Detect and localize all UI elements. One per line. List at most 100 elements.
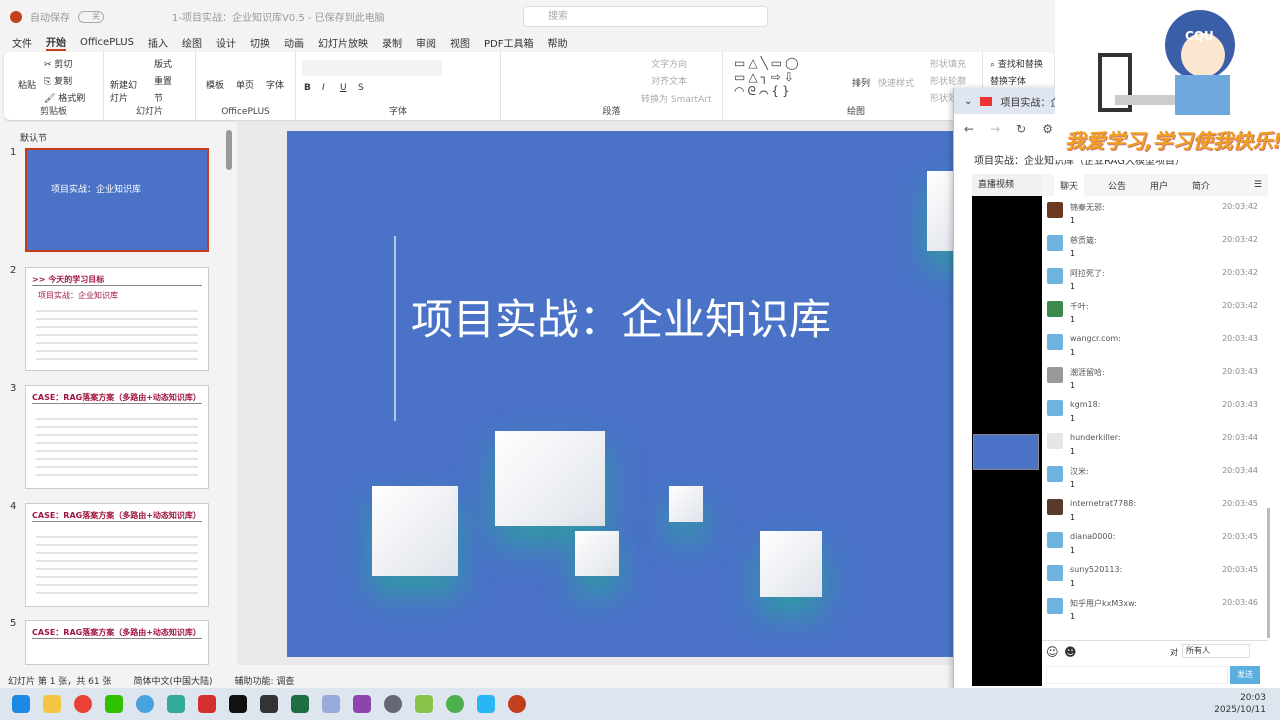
accessibility-status[interactable]: 辅助功能: 调查	[235, 674, 295, 687]
user-avatar[interactable]	[1047, 532, 1063, 548]
user-avatar[interactable]	[1047, 565, 1063, 581]
slide-thumbnail-1[interactable]: 项目实战：企业知识库	[25, 148, 209, 252]
chat-scrollbar[interactable]	[1267, 508, 1270, 638]
search-input[interactable]: 搜索	[523, 6, 768, 27]
chat-username[interactable]: wangcr.com:	[1070, 334, 1121, 343]
app-icon[interactable]	[446, 695, 464, 713]
shapes-gallery[interactable]: ▭△╲▭◯ ▭△┐⇨⇩ ◠ᘓ⌒{}	[734, 56, 802, 99]
terminal-icon[interactable]	[260, 695, 278, 713]
tab-chat[interactable]: 聊天	[1054, 173, 1085, 197]
align-text-button[interactable]: 对齐文本	[651, 74, 687, 87]
chat-username[interactable]: 锦秦无邪:	[1070, 202, 1105, 213]
chat-username[interactable]: diana0000:	[1070, 532, 1115, 541]
font-style-button[interactable]: 字体	[266, 78, 284, 91]
chat-username[interactable]: internetrat7788:	[1070, 499, 1136, 508]
shape-fill-button[interactable]: 形状填充	[930, 57, 966, 70]
menu-view[interactable]: 视图	[450, 35, 470, 50]
live-video-tab[interactable]: 直播视频	[972, 174, 1042, 196]
user-avatar[interactable]	[1047, 598, 1063, 614]
powerpoint-icon[interactable]	[508, 695, 526, 713]
replace-font-button[interactable]: 替换字体	[990, 74, 1026, 87]
video-player[interactable]	[972, 174, 1042, 686]
chat-username[interactable]: suny520113:	[1070, 565, 1122, 574]
user-avatar[interactable]	[1047, 400, 1063, 416]
user-avatar[interactable]	[1047, 367, 1063, 383]
cut-button[interactable]: ✂ 剪切	[44, 57, 72, 70]
menu-review[interactable]: 审阅	[416, 35, 436, 50]
pdf-app-icon[interactable]	[198, 695, 216, 713]
section-button[interactable]: 节	[154, 91, 163, 104]
shape-outline-button[interactable]: 形状轮廓	[930, 74, 966, 87]
chrome-icon[interactable]	[74, 695, 92, 713]
tab-announcement[interactable]: 公告	[1108, 179, 1126, 192]
find-replace-button[interactable]: ⌕ 查找和替换	[990, 57, 1043, 70]
sticker-icon[interactable]: ☻	[1064, 645, 1077, 659]
typora-icon[interactable]	[229, 695, 247, 713]
system-clock[interactable]: 20:03 2025/10/11	[1214, 692, 1266, 716]
new-slide-button[interactable]: 新建幻灯片	[110, 78, 140, 104]
user-avatar[interactable]	[1047, 466, 1063, 482]
chat-username[interactable]: 汉米:	[1070, 466, 1089, 477]
chat-message-list[interactable]: 锦秦无邪: 1 20:03:42 慈贡箴: 1 20:03:42 阿拉死了: 1…	[1042, 200, 1268, 638]
chat-username[interactable]: 千叶:	[1070, 301, 1089, 312]
document-title[interactable]: 1-项目实战：企业知识库V0.5 - 已保存到此电脑	[172, 9, 385, 24]
user-avatar[interactable]	[1047, 235, 1063, 251]
chat-input[interactable]	[1046, 666, 1228, 684]
layout-button[interactable]: 版式	[154, 57, 172, 70]
quick-styles-button[interactable]: 快速样式	[878, 76, 914, 89]
slide-title[interactable]: 项目实战：企业知识库	[411, 286, 831, 347]
paste-button[interactable]: 粘贴	[18, 78, 36, 91]
italic-button[interactable]: I	[322, 83, 325, 93]
menu-record[interactable]: 录制	[382, 35, 402, 50]
user-avatar[interactable]	[1047, 301, 1063, 317]
bold-button[interactable]: B	[304, 83, 311, 93]
chat-username[interactable]: kgm18:	[1070, 400, 1100, 409]
arrange-button[interactable]: 排列	[852, 76, 870, 89]
slide-thumbnail-4[interactable]: CASE：RAG落案方案（多路由+动态知识库）	[25, 503, 209, 607]
slide-thumbnail-3[interactable]: CASE：RAG落案方案（多路由+动态知识库）	[25, 385, 209, 489]
user-avatar[interactable]	[1047, 334, 1063, 350]
menu-insert[interactable]: 插入	[148, 35, 168, 50]
single-page-button[interactable]: 单页	[236, 78, 254, 91]
reset-button[interactable]: 重置	[154, 74, 172, 87]
site-settings-icon[interactable]: ⚙	[1042, 122, 1053, 136]
language-indicator[interactable]: 简体中文(中国大陆)	[133, 674, 212, 687]
tab-intro[interactable]: 简介	[1192, 179, 1210, 192]
chat-username[interactable]: 潮涯留哈:	[1070, 367, 1105, 378]
user-avatar[interactable]	[1047, 202, 1063, 218]
tab-users[interactable]: 用户	[1150, 179, 1168, 192]
forward-icon[interactable]: →	[990, 122, 1000, 136]
text-direction-button[interactable]: 文字方向	[651, 57, 687, 70]
app-icon[interactable]	[353, 695, 371, 713]
menu-transitions[interactable]: 切换	[250, 35, 270, 50]
copy-button[interactable]: ⎘ 复制	[44, 74, 72, 87]
font-name-select[interactable]	[302, 60, 442, 76]
user-avatar[interactable]	[1047, 433, 1063, 449]
video-slide-preview[interactable]	[973, 434, 1039, 470]
underline-button[interactable]: U	[340, 83, 347, 93]
menu-officeplus[interactable]: OfficePLUS	[80, 37, 134, 48]
chat-username[interactable]: hunderkiller:	[1070, 433, 1121, 442]
file-explorer-icon[interactable]	[43, 695, 61, 713]
slide-thumbnail-5[interactable]: CASE：RAG落案方案（多路由+动态知识库）	[25, 620, 209, 665]
template-button[interactable]: 模板	[206, 78, 224, 91]
menu-design[interactable]: 设计	[216, 35, 236, 50]
send-button[interactable]: 发送	[1230, 666, 1260, 684]
autosave-toggle[interactable]: 关	[78, 10, 104, 23]
app-icon[interactable]	[415, 695, 433, 713]
notepad-icon[interactable]	[167, 695, 185, 713]
recipient-select[interactable]: 所有人	[1182, 644, 1250, 658]
thumbnail-scrollbar[interactable]	[226, 130, 232, 170]
back-icon[interactable]: ←	[964, 122, 974, 136]
user-avatar[interactable]	[1047, 268, 1063, 284]
menu-help[interactable]: 帮助	[547, 35, 567, 50]
chat-username[interactable]: 阿拉死了:	[1070, 268, 1105, 279]
user-avatar[interactable]	[1047, 499, 1063, 515]
emoji-icon[interactable]: ☺	[1046, 645, 1059, 659]
menu-home[interactable]: 开始	[46, 34, 66, 51]
chat-username[interactable]: 慈贡箴:	[1070, 235, 1097, 246]
search-app-icon[interactable]	[136, 695, 154, 713]
menu-icon[interactable]: ☰	[1254, 180, 1262, 190]
menu-slideshow[interactable]: 幻灯片放映	[318, 35, 368, 50]
current-slide[interactable]: 项目实战：企业知识库	[287, 131, 957, 657]
